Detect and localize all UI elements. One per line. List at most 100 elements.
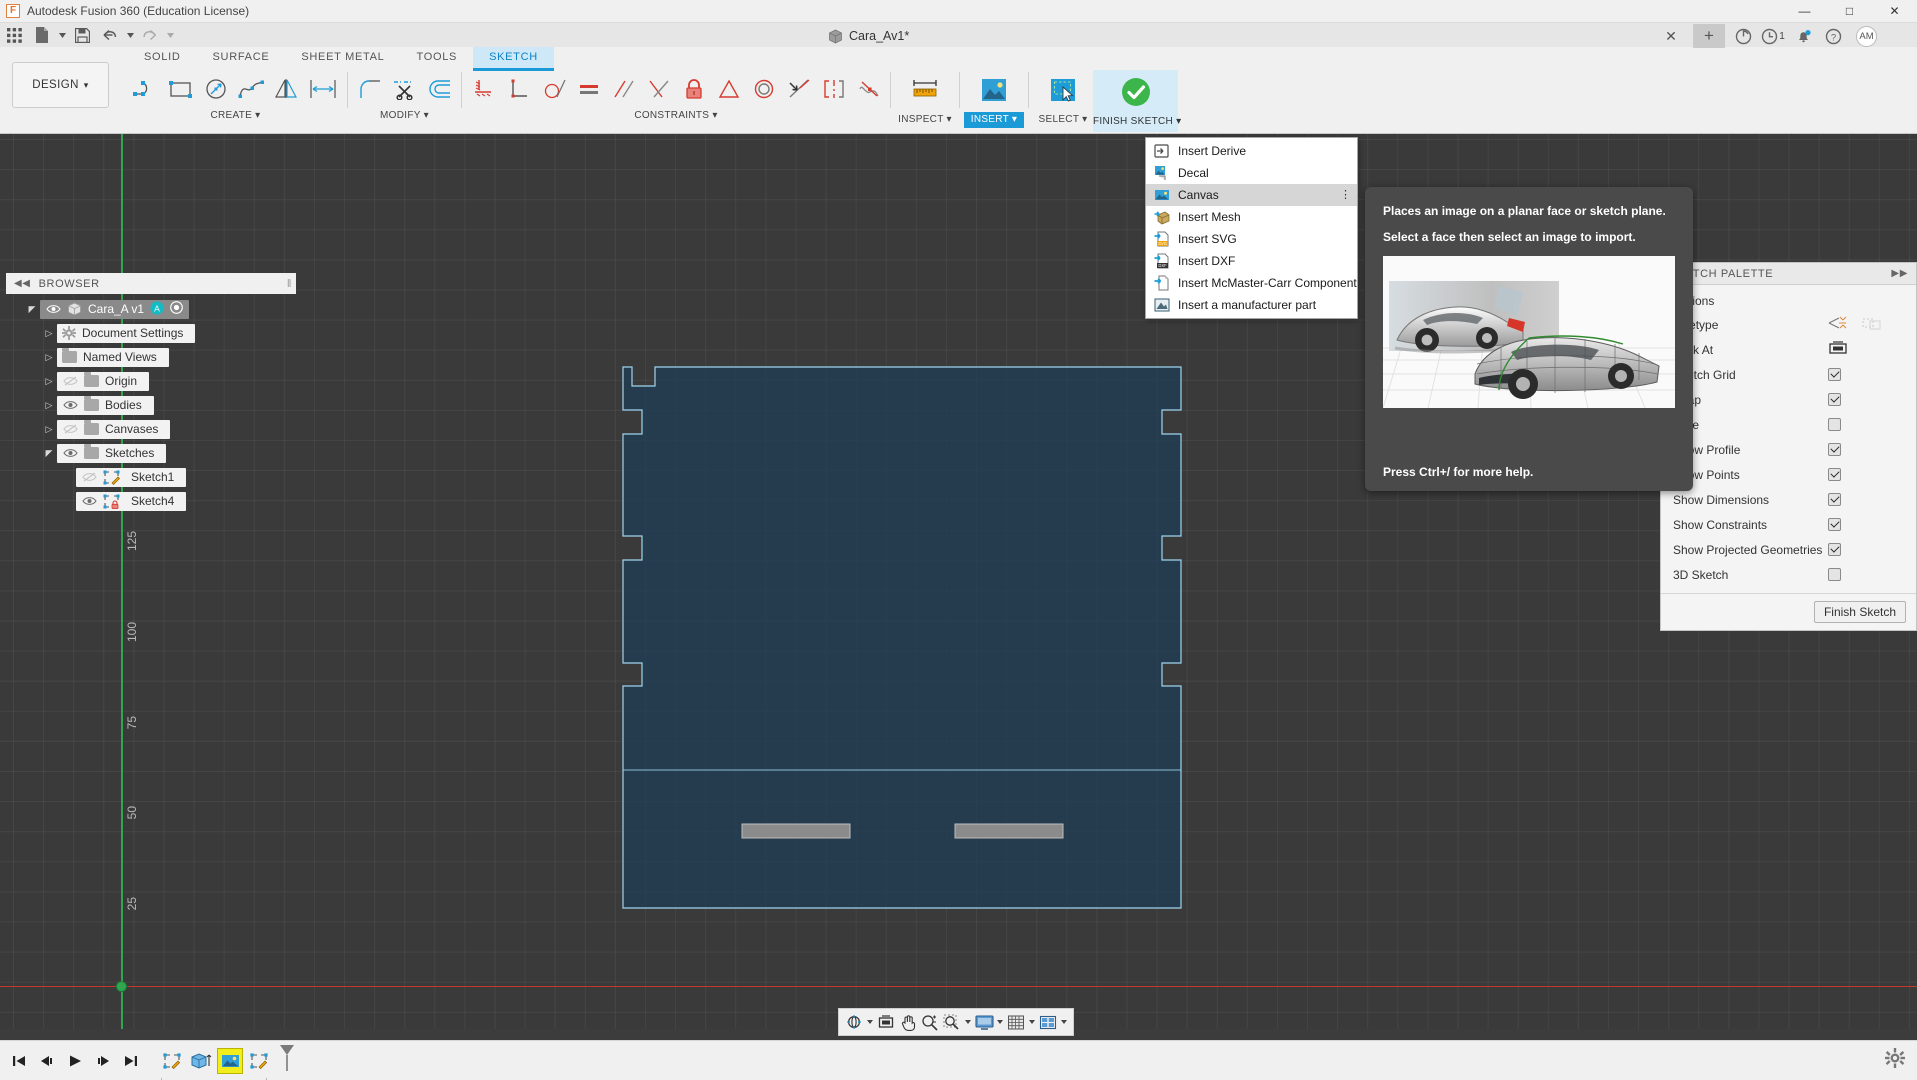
timeline-play-button[interactable]	[65, 1050, 85, 1072]
grid-snap-icon[interactable]	[1005, 1009, 1027, 1035]
menu-item-insert-mcmaster-carr[interactable]: Insert McMaster-Carr Component	[1146, 272, 1357, 294]
grid-snap-caret-icon[interactable]	[1027, 1009, 1037, 1035]
tree-chip-sketches[interactable]: Sketches	[57, 444, 166, 463]
tab-tools[interactable]: TOOLS	[400, 47, 473, 68]
redo-caret-icon[interactable]	[164, 23, 176, 47]
menu-item-insert-manufacturer-part[interactable]: Insert a manufacturer part	[1146, 294, 1357, 316]
collinear-constraint-icon[interactable]	[781, 70, 816, 108]
display-settings-caret-icon[interactable]	[995, 1009, 1005, 1035]
tab-surface[interactable]: SURFACE	[197, 47, 286, 68]
tab-sheet-metal[interactable]: SHEET METAL	[285, 47, 400, 68]
coincident-constraint-icon[interactable]	[641, 70, 676, 108]
sketch-palette-expand-icon[interactable]: ▶▶	[1891, 268, 1908, 279]
twisty-closed-icon[interactable]: ▷	[41, 376, 57, 387]
ribbon-group-insert[interactable]: INSERT ▾	[964, 70, 1024, 128]
twisty-closed-icon[interactable]: ▷	[41, 424, 57, 435]
tree-node-sketches[interactable]: ◤ Sketches	[6, 443, 296, 463]
menu-item-insert-dxf[interactable]: DXF Insert DXF	[1146, 250, 1357, 272]
new-document-tab-button[interactable]: +	[1693, 24, 1725, 48]
finish-sketch-ribbon-button[interactable]: FINISH SKETCH ▾	[1093, 70, 1178, 132]
select-tool-icon[interactable]	[1046, 70, 1081, 110]
finish-sketch-check-icon[interactable]	[1118, 72, 1153, 112]
rectangular-pattern-icon[interactable]	[303, 70, 343, 108]
ribbon-group-constraints-label[interactable]: CONSTRAINTS ▾	[634, 110, 717, 121]
tree-chip-bodies[interactable]: Bodies	[57, 396, 154, 415]
parallel-constraint-icon[interactable]	[606, 70, 641, 108]
twisty-closed-icon[interactable]: ▷	[41, 400, 57, 411]
activate-component-icon[interactable]	[170, 301, 183, 317]
recent-activity-icon[interactable]: 1	[1760, 24, 1786, 48]
tree-node-named-views[interactable]: ▷ Named Views	[6, 347, 296, 367]
canvas-overflow-icon[interactable]: ⋮	[1340, 192, 1351, 198]
curvature-constraint-icon[interactable]	[851, 70, 886, 108]
help-icon[interactable]: ?	[1820, 24, 1846, 48]
palette-row-3d-sketch[interactable]: 3D Sketch	[1661, 562, 1916, 587]
zoom-window-caret-icon[interactable]	[963, 1009, 973, 1035]
visibility-eye-icon[interactable]	[45, 302, 61, 316]
palette-row-show-projected-geometries[interactable]: Show Projected Geometries	[1661, 537, 1916, 562]
construction-linetype-button[interactable]	[1862, 315, 1882, 334]
concentric-constraint-icon[interactable]	[746, 70, 781, 108]
browser-collapse-icon[interactable]: ◀◀	[14, 278, 31, 289]
timeline-end-marker[interactable]	[278, 1044, 296, 1077]
browser-resize-grip[interactable]: ‖	[287, 278, 292, 290]
line-tool-icon[interactable]	[128, 70, 163, 108]
app-grid-icon[interactable]	[0, 23, 28, 47]
timeline-feature-canvas[interactable]	[217, 1048, 243, 1074]
visibility-eye-icon[interactable]	[62, 446, 78, 460]
zoom-window-icon[interactable]	[941, 1009, 963, 1035]
visibility-eye-off-icon[interactable]	[62, 374, 78, 388]
inspect-measure-icon[interactable]	[908, 70, 943, 110]
tree-node-origin[interactable]: ▷ Origin	[6, 371, 296, 391]
timeline-skip-end-button[interactable]	[121, 1050, 141, 1072]
palette-row-show-profile[interactable]: Show Profile	[1661, 437, 1916, 462]
symmetry-constraint-icon[interactable]	[816, 70, 851, 108]
palette-row-show-dimensions[interactable]: Show Dimensions	[1661, 487, 1916, 512]
finish-sketch-button[interactable]: Finish Sketch	[1814, 601, 1906, 623]
visibility-eye-off-icon[interactable]	[62, 422, 78, 436]
ribbon-group-inspect[interactable]: INSPECT ▾	[895, 70, 955, 128]
zoom-icon[interactable]	[919, 1009, 941, 1035]
twisty-closed-icon[interactable]: ▷	[41, 328, 57, 339]
palette-row-sketch-grid[interactable]: Sketch Grid	[1661, 362, 1916, 387]
slice-checkbox[interactable]	[1828, 418, 1841, 431]
palette-row-show-constraints[interactable]: Show Constraints	[1661, 512, 1916, 537]
save-icon[interactable]	[68, 23, 96, 47]
spline-tool-icon[interactable]	[233, 70, 268, 108]
job-status-icon[interactable]	[1730, 24, 1756, 48]
tab-solid[interactable]: SOLID	[128, 47, 197, 68]
timeline-skip-start-button[interactable]	[9, 1050, 29, 1072]
tree-node-bodies[interactable]: ▷ Bodies	[6, 395, 296, 415]
workspace-selector[interactable]: DESIGN ▾	[12, 62, 109, 108]
look-at-icon[interactable]	[875, 1009, 897, 1035]
tab-sketch[interactable]: SKETCH	[473, 47, 554, 71]
tree-chip-origin[interactable]: Origin	[57, 372, 149, 391]
sketch-grid-checkbox[interactable]	[1828, 368, 1841, 381]
display-settings-icon[interactable]	[973, 1009, 995, 1035]
normal-linetype-button[interactable]	[1828, 315, 1848, 334]
timeline-feature-sketch-1[interactable]	[159, 1048, 185, 1074]
finish-sketch-ribbon-label[interactable]: FINISH SKETCH ▾	[1093, 114, 1178, 130]
tree-chip-component[interactable]: Cara_A v1 A	[40, 300, 189, 319]
equal-constraint-icon[interactable]	[571, 70, 606, 108]
maximize-button[interactable]: □	[1827, 0, 1872, 23]
twisty-open-icon[interactable]: ◤	[41, 448, 57, 459]
tree-chip-sketch1[interactable]: Sketch1	[76, 468, 186, 487]
trim-tool-icon[interactable]	[387, 70, 422, 108]
timeline-step-forward-button[interactable]	[93, 1050, 113, 1072]
tree-chip-named-views[interactable]: Named Views	[57, 348, 169, 367]
twisty-closed-icon[interactable]: ▷	[41, 352, 57, 363]
tangent-constraint-icon[interactable]	[536, 70, 571, 108]
fix-constraint-icon[interactable]	[466, 70, 501, 108]
offset-tool-icon[interactable]	[422, 70, 457, 108]
close-window-button[interactable]: ✕	[1872, 0, 1917, 23]
tree-chip-sketch4[interactable]: Sketch4	[76, 492, 186, 511]
user-avatar[interactable]: AM	[1856, 26, 1877, 47]
palette-row-snap[interactable]: Snap	[1661, 387, 1916, 412]
tree-node-sketch4[interactable]: Sketch4	[6, 491, 296, 511]
ribbon-group-select[interactable]: SELECT ▾	[1033, 70, 1093, 128]
timeline-feature-sketch-2[interactable]	[246, 1048, 272, 1074]
viewports-icon[interactable]	[1037, 1009, 1059, 1035]
ribbon-group-inspect-label[interactable]: INSPECT ▾	[895, 112, 955, 128]
notifications-bell-icon[interactable]	[1790, 24, 1816, 48]
